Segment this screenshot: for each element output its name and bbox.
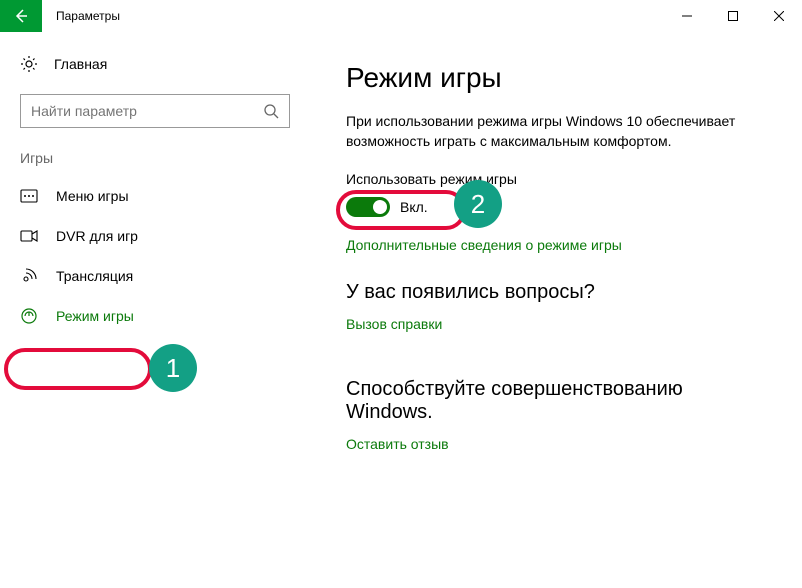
page-title: Режим игры bbox=[346, 62, 762, 94]
toggle-state-text: Вкл. bbox=[400, 199, 428, 215]
window-title: Параметры bbox=[56, 9, 120, 23]
sidebar-home[interactable]: Главная bbox=[0, 48, 310, 80]
titlebar: Параметры bbox=[0, 0, 802, 32]
feedback-link[interactable]: Оставить отзыв bbox=[346, 436, 449, 452]
help-heading: У вас появились вопросы? bbox=[346, 281, 762, 304]
window-controls bbox=[664, 0, 802, 32]
sidebar: Главная Игры Меню игры DVR для игр bbox=[0, 32, 310, 588]
sidebar-item-label: DVR для игр bbox=[56, 228, 138, 244]
gear-icon bbox=[20, 56, 38, 72]
toggle-label: Использовать режим игры bbox=[346, 171, 762, 187]
search-icon bbox=[263, 103, 279, 119]
sidebar-item-game-bar[interactable]: Меню игры bbox=[0, 176, 310, 216]
help-link[interactable]: Вызов справки bbox=[346, 316, 442, 332]
search-field[interactable] bbox=[31, 103, 263, 119]
sidebar-item-game-mode[interactable]: Режим игры bbox=[0, 296, 310, 336]
sidebar-home-label: Главная bbox=[54, 56, 107, 72]
game-mode-icon bbox=[20, 308, 38, 324]
game-mode-toggle[interactable] bbox=[346, 197, 390, 217]
close-icon bbox=[774, 11, 784, 21]
content-pane: Режим игры При использовании режима игры… bbox=[310, 32, 802, 588]
search-input[interactable] bbox=[20, 94, 290, 128]
game-bar-icon bbox=[20, 188, 38, 204]
minimize-button[interactable] bbox=[664, 0, 710, 32]
sidebar-item-label: Трансляция bbox=[56, 268, 133, 284]
more-info-link[interactable]: Дополнительные сведения о режиме игры bbox=[346, 237, 622, 253]
arrow-left-icon bbox=[13, 8, 29, 24]
maximize-button[interactable] bbox=[710, 0, 756, 32]
close-button[interactable] bbox=[756, 0, 802, 32]
sidebar-item-label: Меню игры bbox=[56, 188, 129, 204]
page-description: При использовании режима игры Windows 10… bbox=[346, 112, 762, 151]
feedback-heading: Способствуйте совершенствованию Windows. bbox=[346, 378, 762, 424]
dvr-icon bbox=[20, 228, 38, 244]
broadcast-icon bbox=[20, 268, 38, 284]
sidebar-item-label: Режим игры bbox=[56, 308, 134, 324]
minimize-icon bbox=[682, 11, 692, 21]
sidebar-item-dvr[interactable]: DVR для игр bbox=[0, 216, 310, 256]
back-button[interactable] bbox=[0, 0, 42, 32]
maximize-icon bbox=[728, 11, 738, 21]
sidebar-section-label: Игры bbox=[0, 150, 310, 166]
sidebar-item-broadcast[interactable]: Трансляция bbox=[0, 256, 310, 296]
toggle-knob bbox=[373, 200, 387, 214]
